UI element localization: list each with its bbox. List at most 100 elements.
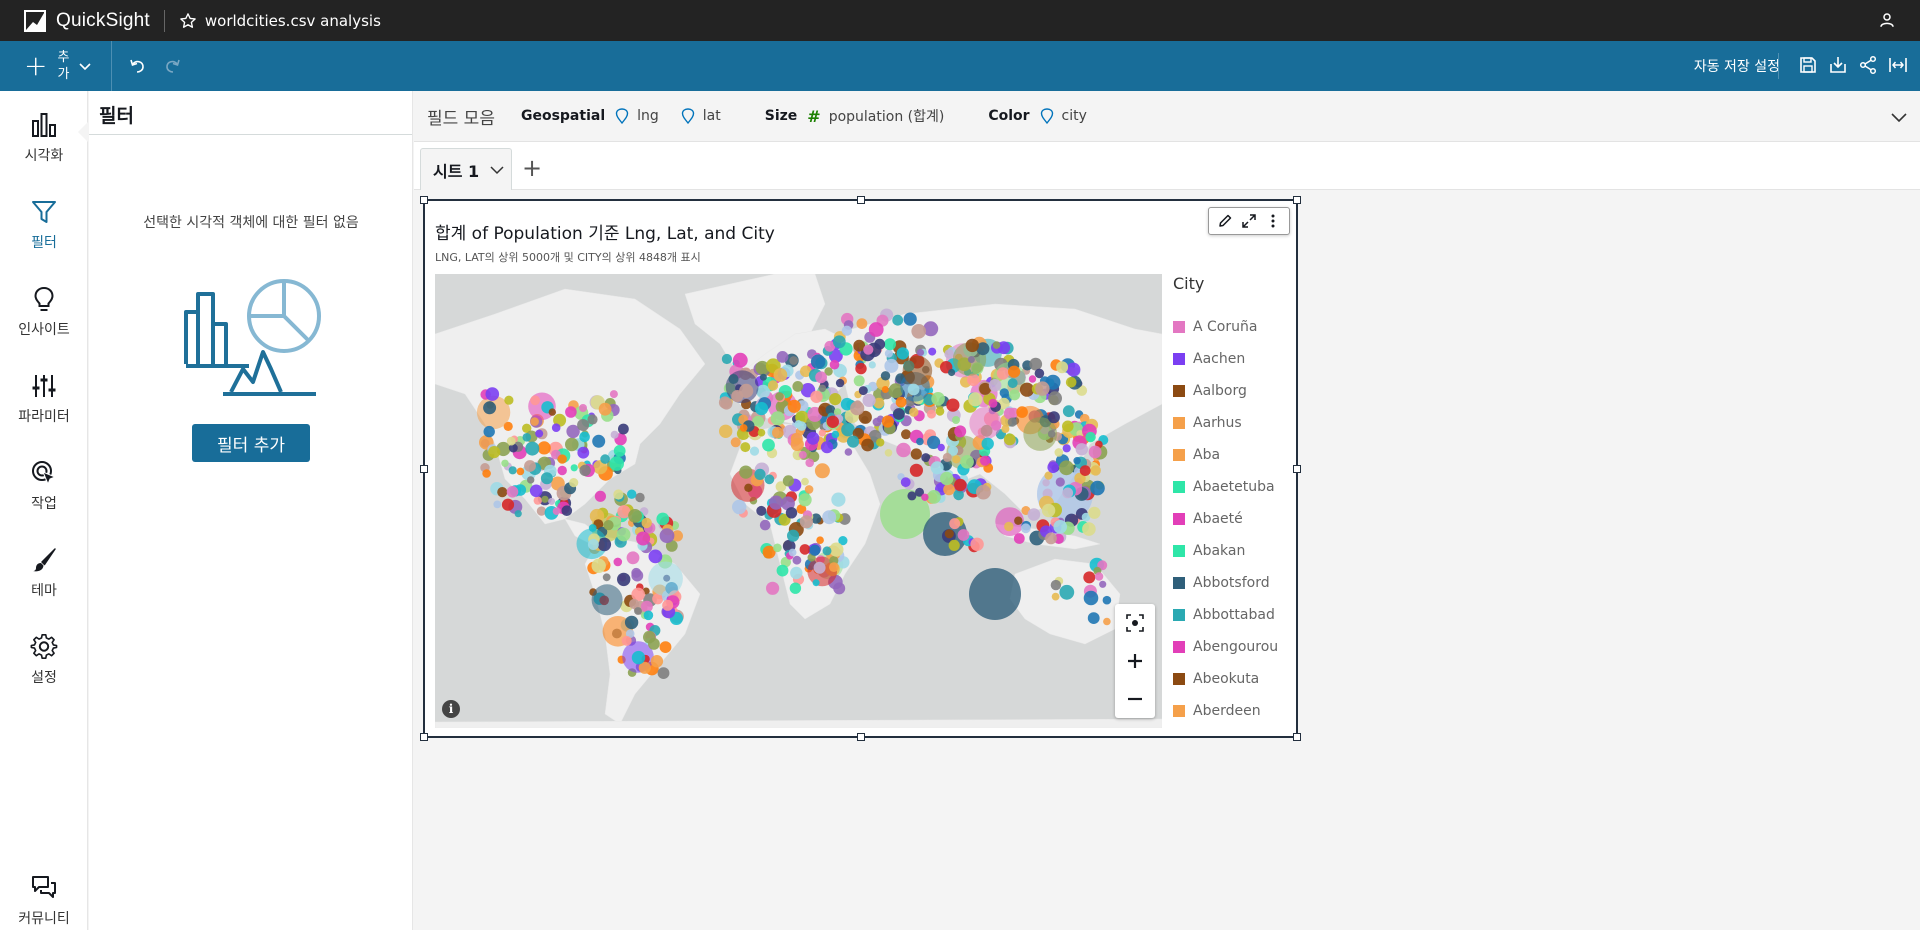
city-point[interactable] (631, 650, 646, 665)
user-icon[interactable] (1878, 11, 1896, 29)
city-point[interactable] (1090, 465, 1101, 476)
zoom-out-button[interactable] (1115, 680, 1155, 718)
city-point[interactable] (1007, 378, 1018, 389)
export-icon[interactable] (1828, 55, 1848, 75)
city-point[interactable] (522, 433, 532, 442)
reset-view-button[interactable] (1115, 604, 1155, 642)
city-point[interactable] (895, 396, 907, 408)
city-point[interactable] (770, 411, 785, 426)
city-point[interactable] (1094, 572, 1104, 581)
city-point[interactable] (1035, 381, 1050, 396)
city-point[interactable] (739, 383, 754, 398)
city-point[interactable] (909, 407, 919, 417)
city-point[interactable] (1066, 362, 1081, 377)
share-icon[interactable] (1858, 55, 1878, 75)
city-point[interactable] (628, 509, 642, 523)
city-point[interactable] (937, 443, 945, 452)
city-point[interactable] (988, 379, 1002, 392)
city-point[interactable] (1099, 580, 1107, 588)
resize-handle[interactable] (1293, 196, 1301, 204)
city-point[interactable] (764, 474, 775, 485)
city-point[interactable] (516, 467, 525, 476)
city-point[interactable] (1088, 506, 1101, 519)
city-point[interactable] (896, 347, 909, 360)
resize-handle[interactable] (857, 196, 865, 204)
city-point[interactable] (759, 519, 771, 531)
city-point[interactable] (1014, 516, 1023, 525)
city-point[interactable] (960, 455, 974, 469)
city-point[interactable] (739, 465, 753, 479)
city-point[interactable] (650, 655, 664, 668)
city-point[interactable] (868, 322, 884, 337)
city-point[interactable] (804, 485, 814, 494)
city-point[interactable] (659, 641, 672, 653)
city-point[interactable] (850, 401, 865, 416)
city-point[interactable] (762, 438, 775, 452)
city-point[interactable] (776, 351, 789, 363)
city-point[interactable] (928, 347, 937, 356)
city-point[interactable] (740, 442, 751, 453)
city-point[interactable] (514, 510, 522, 518)
city-point[interactable] (1034, 368, 1045, 379)
city-point[interactable] (785, 507, 798, 519)
city-point[interactable] (981, 437, 994, 450)
city-point[interactable] (749, 446, 760, 456)
city-point[interactable] (631, 569, 644, 582)
size-well[interactable]: Size # population (합계) (765, 106, 967, 126)
city-point[interactable] (1013, 533, 1025, 544)
city-point[interactable] (826, 415, 839, 428)
city-point[interactable] (820, 441, 834, 454)
city-point[interactable] (720, 397, 733, 410)
undo-icon[interactable] (128, 56, 148, 76)
city-point[interactable] (810, 390, 823, 403)
city-point[interactable] (525, 441, 540, 456)
city-point[interactable] (927, 490, 941, 504)
city-point[interactable] (773, 368, 788, 382)
city-point[interactable] (999, 388, 1009, 398)
city-point[interactable] (504, 395, 514, 405)
resize-handle[interactable] (420, 733, 428, 741)
city-point[interactable] (822, 546, 832, 556)
city-point[interactable] (799, 451, 807, 459)
city-point[interactable] (862, 393, 876, 407)
city-point[interactable] (627, 489, 637, 499)
city-point[interactable] (790, 432, 803, 445)
city-point[interactable] (1045, 532, 1057, 545)
city-point[interactable] (798, 493, 812, 507)
city-point[interactable] (1042, 479, 1050, 487)
city-point[interactable] (907, 383, 920, 396)
city-point[interactable] (754, 402, 769, 416)
city-point[interactable] (816, 536, 824, 544)
add-filter-button[interactable]: 필터 추가 (192, 424, 310, 462)
city-point[interactable] (659, 528, 675, 544)
city-point[interactable] (537, 441, 551, 455)
edit-icon[interactable] (1217, 213, 1233, 229)
city-point[interactable] (609, 390, 618, 399)
city-point[interactable] (535, 429, 544, 438)
city-point[interactable] (772, 426, 784, 439)
resize-handle[interactable] (420, 196, 428, 204)
city-point[interactable] (946, 398, 960, 412)
legend-item[interactable]: A Coruña (1173, 311, 1293, 343)
city-point[interactable] (954, 478, 967, 492)
nav-item-insights[interactable]: 인사이트 (0, 285, 88, 339)
city-point[interactable] (530, 417, 539, 426)
city-point[interactable] (603, 520, 614, 531)
city-point[interactable] (577, 419, 590, 431)
city-point[interactable] (497, 487, 508, 498)
city-point[interactable] (847, 435, 860, 448)
city-point[interactable] (1020, 523, 1031, 534)
add-button[interactable]: + 추가 (0, 41, 112, 91)
city-point[interactable] (569, 478, 579, 488)
tab-sheet-1[interactable]: 시트 1 (420, 148, 512, 190)
city-point[interactable] (1075, 443, 1088, 456)
city-point[interactable] (1009, 389, 1021, 401)
city-point[interactable] (782, 475, 794, 487)
city-point[interactable] (551, 423, 561, 432)
city-point[interactable] (910, 448, 922, 460)
city-point[interactable] (485, 387, 500, 401)
city-point[interactable] (533, 496, 542, 505)
analysis-name[interactable]: worldcities.csv analysis (205, 12, 381, 30)
city-point[interactable] (953, 489, 964, 501)
city-point[interactable] (594, 490, 606, 502)
